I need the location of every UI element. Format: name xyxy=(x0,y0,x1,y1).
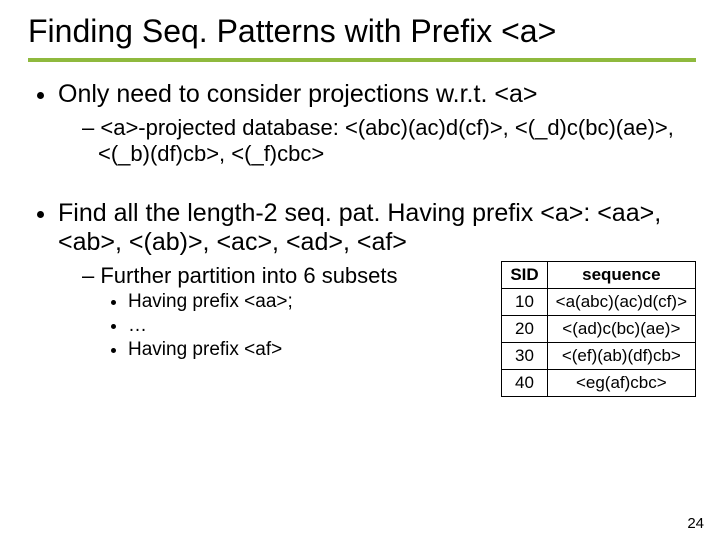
sequence-table: SID sequence 10 <a(abc)(ac)d(cf)> 20 <(a… xyxy=(501,261,696,397)
table-row: 40 <eg(af)cbc> xyxy=(502,370,696,397)
subsub-2: … xyxy=(128,315,493,337)
bullet-1-text: Only need to consider projections w.r.t.… xyxy=(58,80,537,108)
subsub-1: Having prefix <aa>; xyxy=(128,291,493,313)
slide: Finding Seq. Patterns with Prefix <a> On… xyxy=(0,0,720,540)
bullet-list-2: Find all the length-2 seq. pat. Having p… xyxy=(36,199,696,397)
bullet-list: Only need to consider projections w.r.t.… xyxy=(36,80,696,167)
table-row: 20 <(ad)c(bc)(ae)> xyxy=(502,316,696,343)
th-sid: SID xyxy=(502,262,547,289)
slide-title: Finding Seq. Patterns with Prefix <a> xyxy=(28,12,696,50)
bullet-1: Only need to consider projections w.r.t.… xyxy=(58,80,696,167)
table-row: 10 <a(abc)(ac)d(cf)> xyxy=(502,289,696,316)
bullet-1-sub: <a>-projected database: <(abc)(ac)d(cf)>… xyxy=(82,115,696,167)
table-header-row: SID sequence xyxy=(502,262,696,289)
th-seq: sequence xyxy=(547,262,695,289)
bullet-2: Find all the length-2 seq. pat. Having p… xyxy=(58,199,696,397)
bullet-2-text: Find all the length-2 seq. pat. Having p… xyxy=(58,199,661,256)
table-row: 30 <(ef)(ab)(df)cb> xyxy=(502,343,696,370)
page-number: 24 xyxy=(687,515,704,532)
title-underline xyxy=(28,58,696,62)
bullet-2-sub: Further partition into 6 subsets Having … xyxy=(82,263,493,361)
subsub-3: Having prefix <af> xyxy=(128,339,493,361)
